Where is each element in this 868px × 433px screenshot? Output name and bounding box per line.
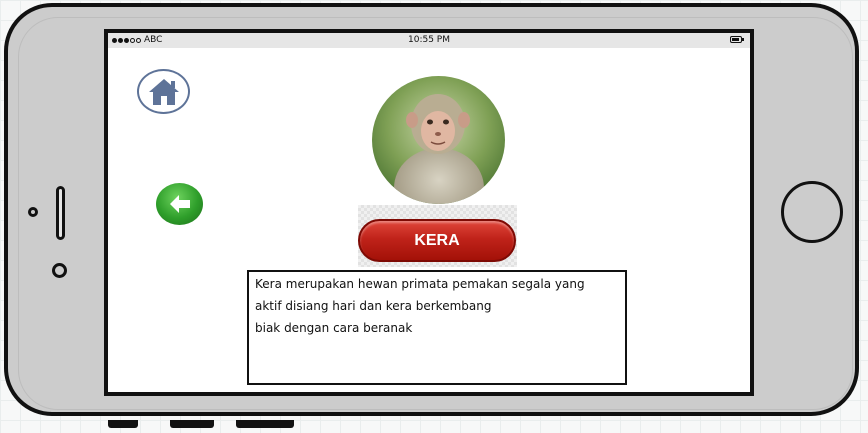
monkey-photo [372,76,505,204]
device-tab [108,420,138,428]
description-line: aktif disiang hari dan kera berkembang [255,299,492,313]
battery-icon [730,36,744,43]
animal-name-button[interactable]: KERA [358,219,516,262]
home-button[interactable] [137,69,190,114]
speaker-slot [56,186,65,240]
description-box: Kera merupakan hewan primata pemakan seg… [247,270,627,385]
front-camera [28,207,38,217]
device-tab [170,420,214,428]
home-icon [148,78,179,105]
phone-screen: ABC 10:55 PM KERA Kera merupakan hewan p… [104,29,754,396]
status-bar: ABC 10:55 PM [108,33,750,48]
description-line: Kera merupakan hewan primata pemakan seg… [255,277,585,291]
hardware-home-button[interactable] [781,181,843,243]
arrow-left-icon [169,195,190,213]
device-tab [236,420,294,428]
status-time: 10:55 PM [408,35,450,45]
back-button[interactable] [156,183,203,225]
sensor-dot [52,263,67,278]
description-line: biak dengan cara beranak [255,321,413,335]
